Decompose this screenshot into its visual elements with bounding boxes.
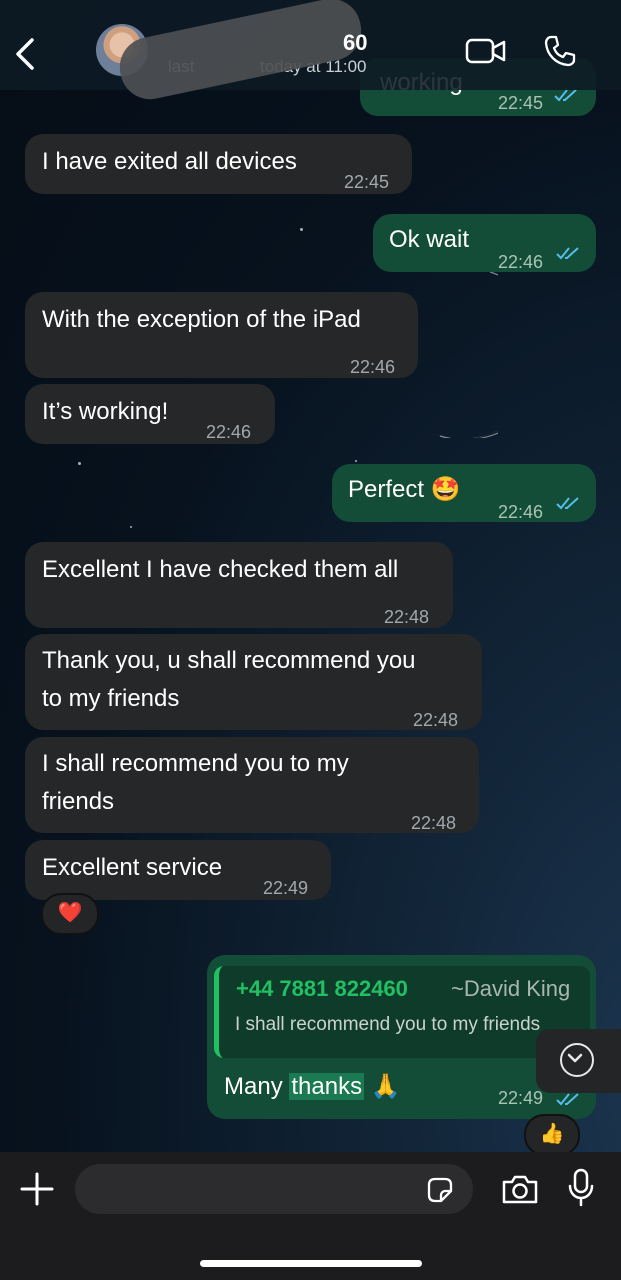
- search-highlight: thanks: [289, 1073, 365, 1100]
- message-input[interactable]: [75, 1164, 473, 1214]
- message-bubble-incoming[interactable]: Excellent I have checked them all 22:48: [25, 542, 453, 628]
- message-bubble-outgoing[interactable]: Ok wait 22:46: [373, 214, 596, 272]
- back-chevron-icon[interactable]: [12, 34, 38, 74]
- chat-header: last today at 11:00 60: [0, 0, 621, 105]
- message-time: 22:46: [350, 357, 396, 377]
- star: [78, 462, 81, 465]
- message-time: 22:46: [498, 502, 544, 522]
- attach-plus-icon[interactable]: [18, 1170, 56, 1208]
- microphone-icon[interactable]: [566, 1168, 596, 1208]
- quoted-text: I shall recommend you to my friends: [235, 1014, 541, 1035]
- message-time: 22:46: [206, 422, 252, 442]
- message-bubble-incoming[interactable]: Thank you, u shall recommend you to my f…: [25, 634, 482, 730]
- read-ticks-icon: [556, 1093, 579, 1106]
- read-ticks-icon: [556, 497, 579, 510]
- quoted-phone: +44 7881 822460: [236, 976, 408, 1001]
- quoted-message[interactable]: +44 7881 822460 ~David King I shall reco…: [214, 966, 590, 1058]
- message-bubble-incoming[interactable]: With the exception of the iPad 22:46: [25, 292, 418, 378]
- message-text-line2: friends: [42, 788, 115, 815]
- voice-call-icon[interactable]: [543, 34, 577, 68]
- message-bubble-incoming[interactable]: I shall recommend you to my friends 22:4…: [25, 737, 479, 833]
- message-text: It’s working!: [42, 398, 169, 425]
- redaction-scribble: [114, 0, 367, 105]
- heart-reaction[interactable]: ❤️: [41, 893, 99, 935]
- message-time: 22:49: [498, 1088, 544, 1108]
- read-ticks-icon: [556, 247, 579, 260]
- star: [130, 526, 132, 528]
- message-time: 22:49: [263, 878, 309, 898]
- camera-icon[interactable]: [500, 1172, 540, 1206]
- message-text: With the exception of the iPad: [42, 306, 361, 333]
- message-text: I have exited all devices: [42, 148, 297, 175]
- video-call-icon[interactable]: [465, 34, 507, 68]
- star: [355, 460, 357, 462]
- message-bubble-incoming[interactable]: I have exited all devices 22:45: [25, 134, 412, 194]
- message-text: Excellent service: [42, 854, 223, 881]
- scroll-down-button[interactable]: [536, 1029, 621, 1093]
- contact-name[interactable]: 60: [343, 30, 367, 56]
- message-time: 22:48: [384, 607, 430, 627]
- message-text: Excellent I have checked them all: [42, 556, 399, 583]
- home-indicator: [200, 1260, 422, 1267]
- message-bubble-incoming[interactable]: It’s working! 22:46: [25, 384, 275, 444]
- message-time: 22:46: [498, 252, 544, 272]
- message-time: 22:48: [411, 813, 457, 833]
- pray-emoji: 🙏: [370, 1073, 401, 1100]
- message-text-line2: to my friends: [42, 685, 180, 712]
- reply-text-plain: Many: [224, 1073, 290, 1100]
- message-text-line1: I shall recommend you to my: [42, 750, 349, 777]
- message-time: 22:45: [344, 172, 390, 192]
- sticker-icon[interactable]: [425, 1175, 455, 1205]
- message-text: Perfect 🤩: [348, 476, 461, 503]
- star: [300, 228, 303, 231]
- quoted-author: ~David King: [451, 976, 571, 1001]
- scroll-down-icon: [560, 1043, 594, 1077]
- message-text: Ok wait: [389, 226, 470, 253]
- thumbs-up-reaction[interactable]: 👍: [524, 1114, 580, 1156]
- reply-message-text: Many thanks 🙏: [224, 1068, 401, 1106]
- message-text-line1: Thank you, u shall recommend you: [42, 647, 416, 674]
- read-ticks-icon: [554, 89, 577, 102]
- message-bubble-incoming[interactable]: Excellent service 22:49: [25, 840, 331, 900]
- message-time: 22:48: [413, 710, 459, 730]
- message-bubble-outgoing[interactable]: Perfect 🤩 22:46: [332, 464, 596, 522]
